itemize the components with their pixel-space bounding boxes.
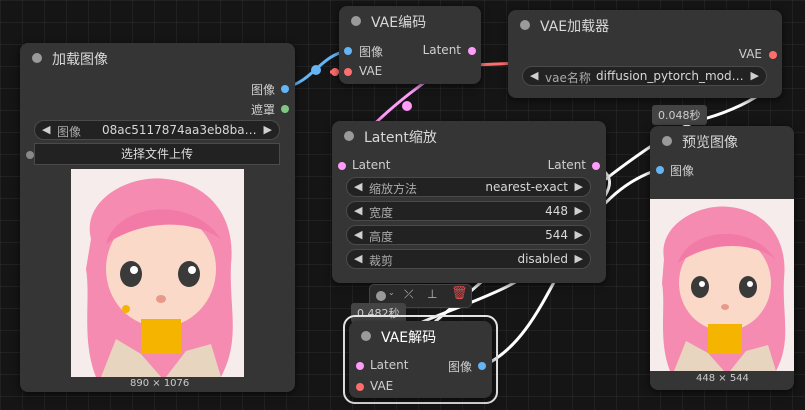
- widget-value: 544: [545, 228, 568, 242]
- vae-name-widget[interactable]: ◀ vae名称 diffusion_pytorch_mod… ▶: [522, 66, 767, 86]
- output-latent-slot[interactable]: [468, 47, 476, 55]
- node-load-image[interactable]: 加载图像 图像 遮罩 ◀ 图像 08ac5117874aa3eb8baf65… …: [20, 43, 295, 392]
- input-latent-label: Latent: [370, 358, 409, 372]
- node-preview-image[interactable]: 预览图像 图像 448 × 544: [650, 126, 794, 390]
- loaded-image: [71, 169, 244, 377]
- bypass-icon[interactable]: ⤫: [404, 287, 414, 302]
- output-latent-label: Latent: [422, 43, 461, 57]
- widget-label: 高度: [369, 230, 394, 244]
- image-size-label: 890 × 1076: [130, 378, 190, 389]
- preview-size-label: 448 × 544: [696, 373, 749, 384]
- widget-label: 图像: [57, 125, 82, 139]
- node-title-text: VAE解码: [381, 330, 437, 346]
- width-widget[interactable]: ◀ 宽度 448 ▶: [346, 201, 591, 221]
- chevron-down-icon[interactable]: ⌄: [388, 288, 395, 297]
- node-title[interactable]: VAE加载器: [508, 10, 782, 40]
- input-vae-slot[interactable]: [344, 68, 352, 76]
- widget-value: 448: [545, 204, 568, 218]
- output-image-label: 图像: [447, 360, 472, 374]
- scale-method-widget[interactable]: ◀ 缩放方法 nearest-exact ▶: [346, 177, 591, 197]
- collapse-dot-icon[interactable]: [520, 20, 530, 30]
- input-image-slot[interactable]: [344, 47, 352, 55]
- node-title-text: VAE编码: [371, 15, 427, 31]
- node-title[interactable]: VAE解码: [349, 321, 492, 351]
- delete-icon[interactable]: 🗑: [451, 286, 468, 301]
- collapse-dot-icon[interactable]: [344, 131, 354, 141]
- output-mask-slot[interactable]: [281, 105, 289, 113]
- input-vae-label: VAE: [359, 64, 383, 78]
- input-latent-slot[interactable]: [356, 362, 364, 370]
- color-picker-icon[interactable]: [376, 291, 386, 301]
- node-title-text: 加载图像: [52, 52, 108, 68]
- node-title-text: Latent缩放: [364, 130, 437, 146]
- input-vae-slot[interactable]: [356, 383, 364, 391]
- arrow-left-icon[interactable]: ◀: [354, 204, 362, 217]
- node-title[interactable]: 预览图像: [650, 126, 794, 156]
- upload-input-slot[interactable]: [26, 151, 34, 159]
- output-latent-slot[interactable]: [592, 162, 600, 170]
- input-latent-label: Latent: [352, 158, 391, 172]
- widget-value: 08ac5117874aa3eb8baf65…: [102, 123, 257, 137]
- arrow-left-icon[interactable]: ◀: [354, 228, 362, 241]
- node-title[interactable]: Latent缩放: [332, 121, 606, 151]
- widget-value: disabled: [517, 252, 568, 266]
- collapse-dot-icon[interactable]: [662, 136, 672, 146]
- output-image-label: 图像: [250, 83, 275, 97]
- widget-label: 缩放方法: [369, 182, 418, 196]
- collapse-dot-icon[interactable]: [351, 16, 361, 26]
- node-title[interactable]: VAE编码: [339, 6, 481, 36]
- input-image-label: 图像: [670, 164, 695, 178]
- collapse-dot-icon[interactable]: [32, 53, 42, 63]
- input-image-label: 图像: [359, 45, 384, 59]
- arrow-left-icon[interactable]: ◀: [42, 123, 50, 136]
- output-mask-label: 遮罩: [250, 103, 275, 117]
- output-image-slot[interactable]: [281, 85, 289, 93]
- collapse-dot-icon[interactable]: [361, 331, 371, 341]
- node-title-text: 预览图像: [682, 135, 738, 151]
- upload-button[interactable]: 选择文件上传: [34, 143, 280, 165]
- output-latent-label: Latent: [547, 158, 586, 172]
- arrow-right-icon[interactable]: ▶: [751, 69, 759, 82]
- image-select-widget[interactable]: ◀ 图像 08ac5117874aa3eb8baf65… ▶: [34, 120, 280, 140]
- output-vae-slot[interactable]: [769, 51, 777, 59]
- input-latent-slot[interactable]: [338, 162, 346, 170]
- arrow-right-icon[interactable]: ▶: [575, 252, 583, 265]
- arrow-right-icon[interactable]: ▶: [575, 204, 583, 217]
- arrow-right-icon[interactable]: ▶: [575, 180, 583, 193]
- arrow-left-icon[interactable]: ◀: [354, 252, 362, 265]
- output-image-slot[interactable]: [478, 362, 486, 370]
- node-title[interactable]: 加载图像: [20, 43, 295, 73]
- widget-label: vae名称: [545, 71, 591, 85]
- preview-time-badge: 0.048秒: [652, 105, 707, 125]
- widget-value: diffusion_pytorch_mod…: [596, 69, 744, 83]
- arrow-right-icon[interactable]: ▶: [575, 228, 583, 241]
- arrow-right-icon[interactable]: ▶: [264, 123, 272, 136]
- node-vae-encode[interactable]: VAE编码 图像 VAE Latent: [339, 6, 481, 84]
- upload-button-label: 选择文件上传: [120, 147, 193, 161]
- widget-label: 宽度: [369, 206, 394, 220]
- node-vae-decode[interactable]: VAE解码 Latent VAE 图像: [349, 321, 492, 398]
- link-midpoint: [311, 65, 321, 75]
- output-vae-label: VAE: [738, 47, 762, 61]
- preview-image: [650, 199, 794, 371]
- node-vae-loader[interactable]: VAE加载器 VAE ◀ vae名称 diffusion_pytorch_mod…: [508, 10, 782, 98]
- input-image-slot[interactable]: [656, 166, 664, 174]
- node-title-text: VAE加载器: [540, 19, 610, 35]
- link-midpoint: [331, 68, 339, 76]
- height-widget[interactable]: ◀ 高度 544 ▶: [346, 225, 591, 245]
- link-midpoint: [402, 101, 412, 111]
- node-latent-scale[interactable]: Latent缩放 Latent Latent ◀ 缩放方法 nearest-ex…: [332, 121, 606, 283]
- pin-icon[interactable]: ⊥: [427, 287, 437, 301]
- input-vae-label: VAE: [370, 379, 394, 393]
- arrow-left-icon[interactable]: ◀: [354, 180, 362, 193]
- widget-label: 裁剪: [369, 254, 394, 268]
- arrow-left-icon[interactable]: ◀: [530, 69, 538, 82]
- widget-value: nearest-exact: [485, 180, 568, 194]
- crop-widget[interactable]: ◀ 裁剪 disabled ▶: [346, 249, 591, 269]
